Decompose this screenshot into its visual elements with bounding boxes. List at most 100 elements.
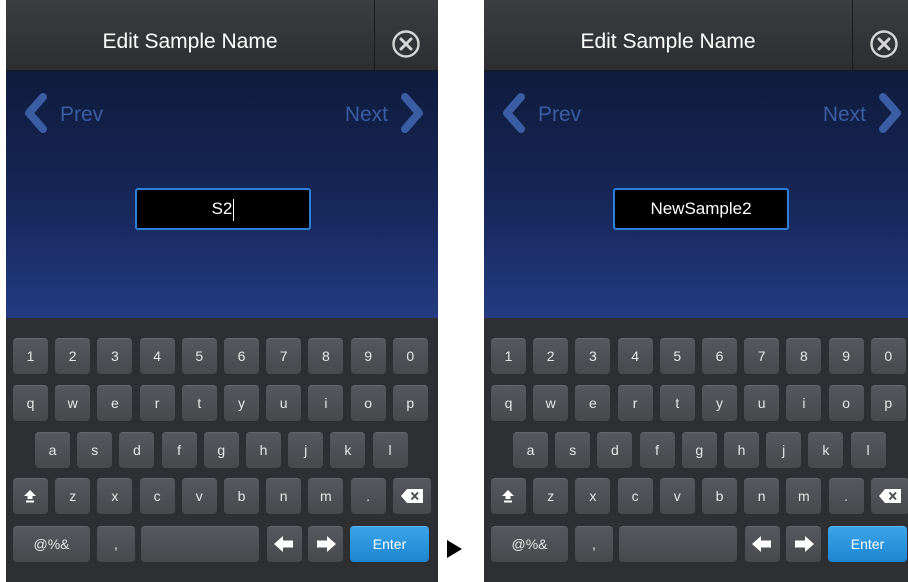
key-period[interactable]: . xyxy=(350,478,386,514)
key-r[interactable]: r xyxy=(139,385,175,421)
key-t[interactable]: t xyxy=(659,385,695,421)
key-7[interactable]: 7 xyxy=(744,338,780,374)
key-0[interactable]: 0 xyxy=(392,338,428,374)
key-y[interactable]: y xyxy=(224,385,259,421)
close-button[interactable] xyxy=(375,0,438,70)
key-9[interactable]: 9 xyxy=(828,338,864,374)
key-l[interactable]: l xyxy=(372,432,408,468)
key-y[interactable]: y xyxy=(702,385,737,421)
key-i[interactable]: i xyxy=(308,385,344,421)
key-g[interactable]: g xyxy=(203,432,239,468)
key-1[interactable]: 1 xyxy=(491,338,526,374)
key-9[interactable]: 9 xyxy=(350,338,386,374)
symbols-key[interactable]: @%& xyxy=(491,526,568,562)
backspace-key[interactable] xyxy=(870,478,908,514)
key-k[interactable]: k xyxy=(330,432,366,468)
key-o[interactable]: o xyxy=(350,385,386,421)
close-button[interactable] xyxy=(853,0,908,70)
key-comma[interactable]: , xyxy=(575,526,613,562)
cursor-right-key[interactable] xyxy=(786,526,821,562)
key-h[interactable]: h xyxy=(724,432,759,468)
key-h[interactable]: h xyxy=(246,432,281,468)
key-label: . xyxy=(366,488,371,504)
shift-key[interactable] xyxy=(13,478,48,514)
key-n[interactable]: n xyxy=(266,478,302,514)
cursor-left-key[interactable] xyxy=(267,526,302,562)
enter-key[interactable]: Enter xyxy=(828,526,907,562)
key-m[interactable]: m xyxy=(786,478,822,514)
space-key[interactable] xyxy=(619,526,737,562)
key-v[interactable]: v xyxy=(181,478,217,514)
key-label: n xyxy=(757,488,766,504)
key-period[interactable]: . xyxy=(828,478,864,514)
key-b[interactable]: b xyxy=(224,478,259,514)
key-o[interactable]: o xyxy=(828,385,864,421)
symbols-key[interactable]: @%& xyxy=(13,526,90,562)
backspace-key[interactable] xyxy=(392,478,431,514)
key-u[interactable]: u xyxy=(744,385,780,421)
key-f[interactable]: f xyxy=(639,432,675,468)
key-label: q xyxy=(26,395,35,411)
key-4[interactable]: 4 xyxy=(139,338,175,374)
key-5[interactable]: 5 xyxy=(659,338,695,374)
key-u[interactable]: u xyxy=(266,385,302,421)
sample-name-input[interactable]: S2 xyxy=(135,188,311,230)
key-w[interactable]: w xyxy=(533,385,569,421)
key-r[interactable]: r xyxy=(617,385,653,421)
key-3[interactable]: 3 xyxy=(575,338,611,374)
key-q[interactable]: q xyxy=(13,385,48,421)
key-p[interactable]: p xyxy=(870,385,906,421)
space-key[interactable] xyxy=(141,526,259,562)
key-4[interactable]: 4 xyxy=(617,338,653,374)
key-5[interactable]: 5 xyxy=(181,338,217,374)
key-f[interactable]: f xyxy=(161,432,197,468)
key-7[interactable]: 7 xyxy=(266,338,302,374)
key-t[interactable]: t xyxy=(181,385,217,421)
key-a[interactable]: a xyxy=(513,432,548,468)
key-8[interactable]: 8 xyxy=(786,338,822,374)
key-v[interactable]: v xyxy=(659,478,695,514)
key-0[interactable]: 0 xyxy=(870,338,906,374)
key-x[interactable]: x xyxy=(575,478,611,514)
key-j[interactable]: j xyxy=(766,432,802,468)
key-b[interactable]: b xyxy=(702,478,737,514)
key-comma[interactable]: , xyxy=(97,526,135,562)
key-a[interactable]: a xyxy=(35,432,70,468)
key-c[interactable]: c xyxy=(139,478,175,514)
key-8[interactable]: 8 xyxy=(308,338,344,374)
key-l[interactable]: l xyxy=(850,432,886,468)
key-1[interactable]: 1 xyxy=(13,338,48,374)
key-d[interactable]: d xyxy=(119,432,155,468)
key-s[interactable]: s xyxy=(555,432,591,468)
key-c[interactable]: c xyxy=(617,478,653,514)
key-2[interactable]: 2 xyxy=(533,338,569,374)
key-label: e xyxy=(110,395,119,411)
key-e[interactable]: e xyxy=(575,385,611,421)
key-p[interactable]: p xyxy=(392,385,428,421)
key-n[interactable]: n xyxy=(744,478,780,514)
key-2[interactable]: 2 xyxy=(55,338,91,374)
key-d[interactable]: d xyxy=(597,432,633,468)
key-6[interactable]: 6 xyxy=(224,338,259,374)
shift-key[interactable] xyxy=(491,478,526,514)
key-z[interactable]: z xyxy=(55,478,91,514)
enter-key[interactable]: Enter xyxy=(350,526,429,562)
key-6[interactable]: 6 xyxy=(702,338,737,374)
cursor-right-key[interactable] xyxy=(308,526,343,562)
key-e[interactable]: e xyxy=(97,385,133,421)
key-z[interactable]: z xyxy=(533,478,569,514)
key-m[interactable]: m xyxy=(308,478,344,514)
key-g[interactable]: g xyxy=(681,432,717,468)
sample-name-input[interactable]: NewSample2 xyxy=(613,188,789,230)
key-label: 2 xyxy=(546,348,555,364)
cursor-left-key[interactable] xyxy=(745,526,780,562)
key-k[interactable]: k xyxy=(808,432,844,468)
key-i[interactable]: i xyxy=(786,385,822,421)
key-q[interactable]: q xyxy=(491,385,526,421)
key-3[interactable]: 3 xyxy=(97,338,133,374)
key-w[interactable]: w xyxy=(55,385,91,421)
key-j[interactable]: j xyxy=(288,432,324,468)
key-s[interactable]: s xyxy=(77,432,113,468)
content-area: Prev Next NewSample2 xyxy=(484,71,908,318)
key-x[interactable]: x xyxy=(97,478,133,514)
